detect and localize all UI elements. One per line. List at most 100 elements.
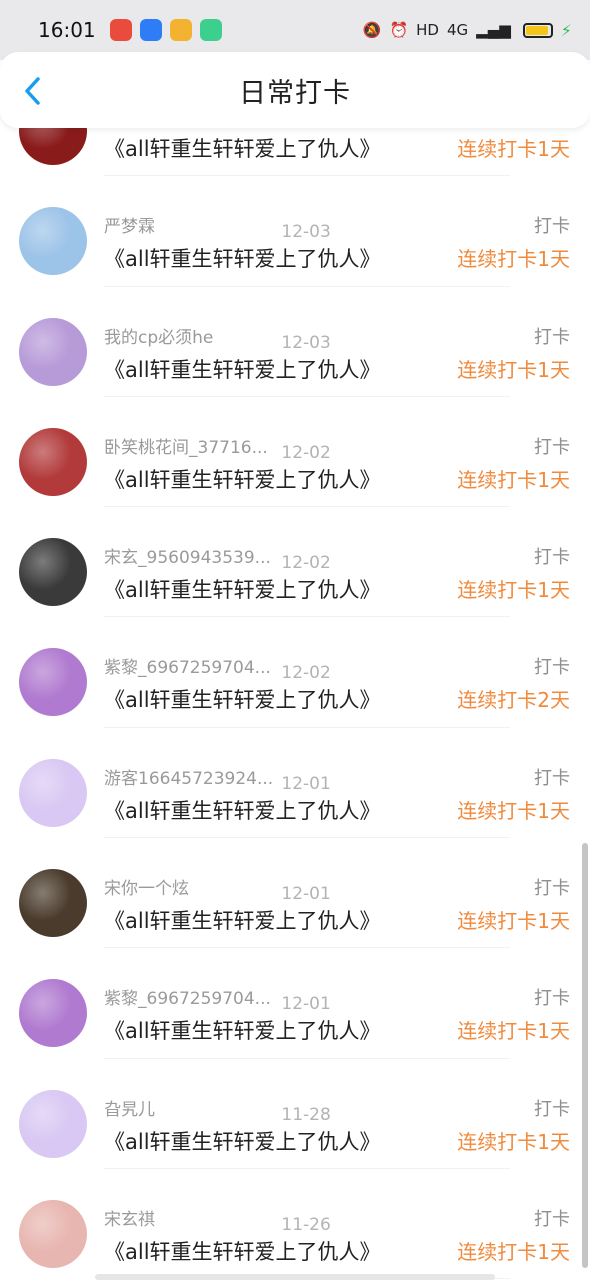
checkin-date: 12-02 — [281, 663, 331, 684]
list-item[interactable]: 紫黎_6967259704... 12-02 《all轩重生轩轩爱上了仇人》 打… — [0, 617, 590, 728]
streak-count: 连续打卡2天 — [457, 688, 570, 713]
avatar[interactable] — [19, 538, 87, 607]
book-title[interactable]: 《all轩重生轩轩爱上了仇人》 — [104, 1236, 381, 1266]
avatar[interactable] — [19, 869, 87, 938]
avatar[interactable] — [19, 1089, 87, 1158]
browser-app-icon — [139, 19, 162, 41]
user-name[interactable]: 紫黎_6967259704... — [104, 984, 276, 1009]
book-title[interactable]: 《all轩重生轩轩爱上了仇人》 — [104, 1015, 381, 1045]
book-title[interactable]: 《all轩重生轩轩爱上了仇人》 — [104, 574, 381, 604]
streak-count: 连续打卡1天 — [457, 798, 570, 823]
user-name[interactable]: 卧笑桃花间_37716... — [104, 433, 276, 458]
list-item[interactable]: 宋玄祺 11-26 《all轩重生轩轩爱上了仇人》 打卡 连续打卡1天 — [0, 1169, 590, 1280]
book-title[interactable]: 《all轩重生轩轩爱上了仇人》 — [104, 464, 381, 494]
list-item[interactable]: 卧笑桃花间_37716... 12-02 《all轩重生轩轩爱上了仇人》 打卡 … — [0, 397, 590, 508]
user-line: 游客16645723924... 12-01 — [104, 764, 331, 794]
avatar[interactable] — [19, 979, 87, 1048]
checkin-list: 《all轩重生轩轩爱上了仇人》 打卡 连续打卡1天 严梦霖 12-03 《all… — [0, 66, 590, 1280]
battery-icon — [522, 22, 553, 38]
list-item[interactable]: 紫黎_6967259704... 12-01 《all轩重生轩轩爱上了仇人》 打… — [0, 948, 590, 1059]
header: 日常打卡 — [0, 52, 590, 128]
alarm-icon: ⏰ — [389, 21, 409, 39]
user-line: 严梦霖 12-03 — [104, 212, 331, 242]
network-type: HD — [416, 21, 439, 39]
list-item[interactable]: 宋玄_9560943539... 12-02 《all轩重生轩轩爱上了仇人》 打… — [0, 507, 590, 618]
user-name[interactable]: 旮旯儿 — [104, 1095, 276, 1120]
checkin-date: 12-01 — [281, 994, 331, 1015]
avatar[interactable] — [19, 648, 87, 717]
checkin-label: 打卡 — [534, 1208, 570, 1230]
list-item[interactable]: 游客16645723924... 12-01 《all轩重生轩轩爱上了仇人》 打… — [0, 728, 590, 839]
streak-count: 连续打卡1天 — [457, 1239, 570, 1264]
book-title[interactable]: 《all轩重生轩轩爱上了仇人》 — [104, 354, 381, 384]
user-name[interactable]: 宋玄_9560943539... — [104, 543, 276, 568]
list-item[interactable]: 旮旯儿 11-28 《all轩重生轩轩爱上了仇人》 打卡 连续打卡1天 — [0, 1059, 590, 1169]
user-name[interactable]: 宋你一个炫 — [104, 874, 276, 899]
checkin-date: 12-02 — [281, 553, 331, 574]
green-app-icon — [199, 19, 222, 41]
checkin-label: 打卡 — [534, 547, 570, 569]
book-title[interactable]: 《all轩重生轩轩爱上了仇人》 — [104, 1126, 381, 1156]
user-line: 宋你一个炫 12-01 — [104, 874, 331, 904]
back-button[interactable] — [20, 74, 50, 108]
user-line: 卧笑桃花间_37716... 12-02 — [104, 433, 331, 463]
checkin-label: 打卡 — [534, 326, 570, 348]
user-name[interactable]: 我的cp必须he — [104, 323, 276, 348]
streak-count: 连续打卡1天 — [457, 467, 570, 492]
user-line: 宋玄祺 11-26 — [104, 1205, 331, 1235]
signal-label: 4G — [446, 21, 469, 39]
avatar[interactable] — [19, 317, 87, 386]
home-indicator — [95, 1274, 495, 1280]
status-bar: 16:01 🔕 ⏰ HD 4G ▂▄▆ ⚡ — [0, 0, 590, 60]
avatar[interactable] — [19, 207, 87, 276]
mute-icon: 🔕 — [362, 21, 382, 39]
streak-count: 连续打卡1天 — [457, 357, 570, 382]
checkin-label: 打卡 — [534, 878, 570, 900]
notification-app-icons — [109, 19, 222, 41]
user-line: 紫黎_6967259704... 12-01 — [104, 984, 331, 1014]
status-time: 16:01 — [38, 18, 96, 42]
streak-count: 连续打卡1天 — [457, 1129, 570, 1154]
book-title[interactable]: 《all轩重生轩轩爱上了仇人》 — [104, 905, 381, 935]
streak-count: 连续打卡1天 — [457, 137, 570, 161]
user-line: 我的cp必须he 12-03 — [104, 323, 331, 353]
list-item[interactable]: 我的cp必须he 12-03 《all轩重生轩轩爱上了仇人》 打卡 连续打卡1天 — [0, 287, 590, 397]
user-name[interactable]: 游客16645723924... — [104, 764, 276, 789]
list-item[interactable]: 严梦霖 12-03 《all轩重生轩轩爱上了仇人》 打卡 连续打卡1天 — [0, 176, 590, 287]
avatar[interactable] — [19, 1199, 87, 1268]
charging-icon: ⚡ — [560, 20, 572, 40]
chevron-left-icon — [25, 77, 40, 105]
page-title: 日常打卡 — [239, 77, 351, 109]
user-line: 旮旯儿 11-28 — [104, 1095, 331, 1125]
user-line: 宋玄_9560943539... 12-02 — [104, 543, 331, 573]
checkin-date: 11-28 — [281, 1104, 331, 1125]
scrollbar[interactable] — [582, 843, 588, 1268]
checkin-date: 12-03 — [281, 222, 331, 243]
checkin-label: 打卡 — [534, 767, 570, 789]
book-title[interactable]: 《all轩重生轩轩爱上了仇人》 — [104, 684, 381, 714]
checkin-label: 打卡 — [534, 436, 570, 458]
user-line: 紫黎_6967259704... 12-02 — [104, 653, 331, 683]
book-title[interactable]: 《all轩重生轩轩爱上了仇人》 — [104, 795, 381, 825]
book-title[interactable]: 《all轩重生轩轩爱上了仇人》 — [104, 243, 381, 273]
streak-count: 连续打卡1天 — [457, 247, 570, 272]
checkin-label: 打卡 — [534, 1098, 570, 1120]
system-status: 🔕 ⏰ HD 4G ▂▄▆ ⚡ — [363, 21, 572, 40]
wallet-app-icon — [169, 19, 192, 41]
streak-count: 连续打卡1天 — [457, 1019, 570, 1044]
checkin-date: 12-01 — [281, 773, 331, 794]
checkin-date: 12-03 — [281, 332, 331, 353]
user-name[interactable]: 严梦霖 — [104, 212, 276, 237]
list-item[interactable]: 宋你一个炫 12-01 《all轩重生轩轩爱上了仇人》 打卡 连续打卡1天 — [0, 838, 590, 949]
user-name[interactable]: 紫黎_6967259704... — [104, 653, 276, 678]
streak-count: 连续打卡1天 — [457, 578, 570, 603]
user-name[interactable]: 宋玄祺 — [104, 1205, 276, 1230]
book-title[interactable]: 《all轩重生轩轩爱上了仇人》 — [104, 133, 381, 163]
checkin-date: 11-26 — [281, 1214, 331, 1235]
checkin-date: 12-01 — [281, 884, 331, 905]
avatar[interactable] — [19, 427, 87, 496]
streak-count: 连续打卡1天 — [457, 909, 570, 934]
checkin-date: 12-02 — [281, 442, 331, 463]
avatar[interactable] — [19, 758, 87, 827]
signal-icon: ▂▄▆ — [476, 21, 511, 39]
